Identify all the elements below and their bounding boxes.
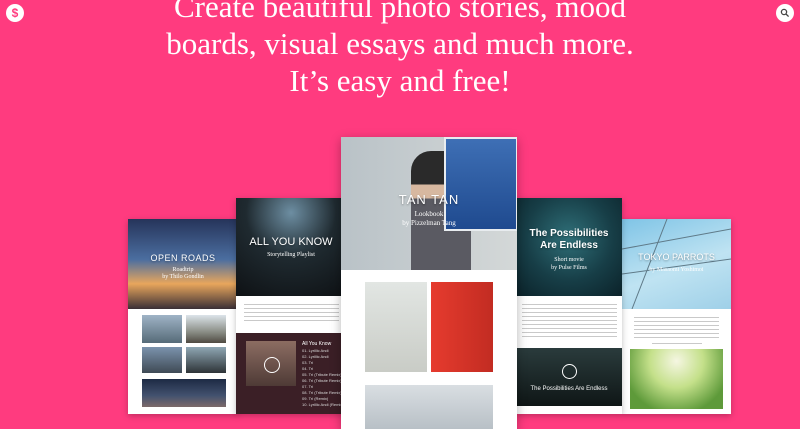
- body-text: [634, 317, 719, 339]
- body-text: [244, 304, 339, 324]
- story-title: OPEN ROADS: [150, 253, 216, 263]
- tokyo-parrots-hero: TOKYO PARROTS by Masaomi Yoshimoi: [622, 219, 731, 309]
- headline: Create beautiful photo stories, mood boa…: [0, 0, 800, 99]
- headline-line-3: It’s easy and free!: [289, 63, 511, 98]
- video-caption: The Possibilities Are Endless: [530, 386, 608, 392]
- body-text: [522, 304, 617, 340]
- open-roads-hero: OPEN ROADS Roadtrip by Thilo Gondlin: [128, 219, 238, 309]
- track-item[interactable]: 08. Tri (Tribute Remix): [302, 390, 342, 395]
- video-block[interactable]: The Possibilities Are Endless: [516, 348, 622, 406]
- story-author: by Pizzelman Tang: [402, 219, 456, 227]
- photo: [142, 379, 226, 407]
- story-card-tan-tan[interactable]: TAN TAN Lookbook by Pizzelman Tang: [341, 137, 517, 429]
- photo-red-wall: [431, 282, 493, 372]
- track-item[interactable]: 02. Lyrillic Andi: [302, 354, 329, 359]
- photo-plant: [365, 385, 493, 429]
- photo: [142, 347, 182, 373]
- headline-line-1: Create beautiful photo stories, mood: [174, 0, 626, 24]
- photo: [142, 315, 182, 343]
- photo-bench: [365, 282, 427, 372]
- tan-tan-hero: TAN TAN Lookbook by Pizzelman Tang: [341, 137, 517, 270]
- headline-line-2: boards, visual essays and much more.: [166, 26, 634, 61]
- track-item[interactable]: 04. Tri: [302, 366, 313, 371]
- story-title-line-1: The Possibilities: [529, 228, 609, 239]
- track-item[interactable]: 03. Tri: [302, 360, 313, 365]
- story-title-line-2: Are Endless: [540, 240, 598, 251]
- playlist-header: All You Know: [302, 341, 332, 347]
- story-title: TAN TAN: [398, 192, 460, 207]
- track-item[interactable]: 05. Tri (Tribute Remix): [302, 372, 342, 377]
- all-you-know-hero: ALL YOU KNOW Storytelling Playlist: [236, 198, 346, 296]
- story-type: Short movie: [554, 257, 584, 263]
- story-type: Lookbook: [414, 210, 444, 218]
- playlist-widget: All You Know 01. Lyrillic Andi 02. Lyril…: [236, 333, 346, 414]
- track-item[interactable]: 10. Lyrillic Andi (Remix): [302, 402, 344, 407]
- story-type: Storytelling Playlist: [267, 252, 315, 258]
- photo: [630, 349, 723, 409]
- track-item[interactable]: 06. Tri (Tribute Remix): [302, 378, 342, 383]
- photo: [186, 347, 226, 373]
- story-card-tokyo-parrots[interactable]: TOKYO PARROTS by Masaomi Yoshimoi: [622, 219, 731, 414]
- photo: [186, 315, 226, 343]
- story-author: by Masaomi Yoshimoi: [649, 267, 704, 273]
- track-item[interactable]: 09. Tri (Remix): [302, 396, 328, 401]
- story-author: by Pulse Films: [551, 265, 587, 271]
- track-item[interactable]: 01. Lyrillic Andi: [302, 348, 329, 353]
- play-icon[interactable]: [264, 357, 280, 373]
- power-lines: [622, 219, 731, 309]
- possibilities-hero: The Possibilities Are Endless Short movi…: [516, 198, 622, 296]
- body-text: [652, 343, 702, 346]
- story-title: The Possibilities Are Endless: [516, 228, 622, 252]
- story-title: ALL YOU KNOW: [249, 236, 333, 248]
- play-icon[interactable]: [562, 364, 577, 379]
- story-author: by Thilo Gondlin: [162, 274, 204, 280]
- story-card-open-roads[interactable]: OPEN ROADS Roadtrip by Thilo Gondlin: [128, 219, 238, 414]
- track-item[interactable]: 07. Tri: [302, 384, 313, 389]
- story-card-all-you-know[interactable]: ALL YOU KNOW Storytelling Playlist All Y…: [236, 198, 346, 414]
- story-title: TOKYO PARROTS: [638, 252, 715, 262]
- story-card-possibilities[interactable]: The Possibilities Are Endless Short movi…: [516, 198, 622, 414]
